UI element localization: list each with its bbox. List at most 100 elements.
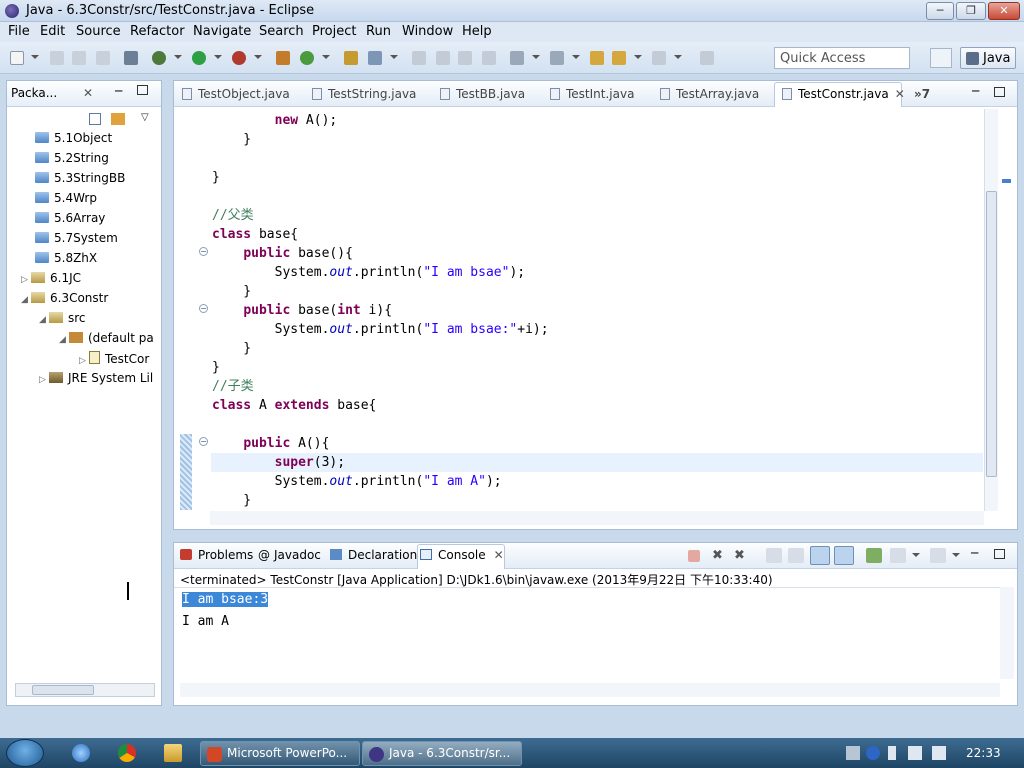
vertical-scrollbar[interactable]	[1000, 587, 1014, 679]
last-edit-icon[interactable]	[590, 51, 604, 65]
maximize-icon[interactable]	[994, 549, 1005, 559]
pin-console-icon[interactable]	[866, 548, 882, 563]
tree-item[interactable]: ◢ src	[39, 311, 86, 329]
clear-console-icon[interactable]	[766, 548, 782, 563]
clock[interactable]: 22:33	[966, 746, 1001, 760]
scrollbar-thumb[interactable]	[986, 191, 997, 477]
show-on-stderr-icon[interactable]	[834, 546, 854, 565]
console-output[interactable]: I am bsae:3 I am A	[174, 587, 1000, 681]
taskbar-eclipse[interactable]: Java - 6.3Constr/sr...	[362, 741, 522, 766]
open-type-icon[interactable]	[344, 51, 358, 65]
menu-search[interactable]: Search	[259, 24, 304, 39]
pin-editor-icon[interactable]	[700, 51, 714, 65]
remove-all-icon[interactable]: ✖	[734, 548, 750, 563]
collapse-arrow-icon[interactable]: ◢	[21, 295, 31, 305]
run-icon[interactable]	[192, 51, 206, 65]
chevron-down-icon[interactable]	[31, 55, 39, 59]
print-icon[interactable]	[96, 51, 110, 65]
horizontal-scrollbar[interactable]	[15, 683, 155, 697]
show-whitespace-icon[interactable]	[458, 51, 472, 65]
display-console-icon[interactable]	[890, 548, 906, 563]
remove-launch-icon[interactable]: ✖	[712, 548, 728, 563]
new-java-package-icon[interactable]	[276, 51, 290, 65]
tree-item[interactable]: 5.3StringBB	[35, 171, 125, 189]
chevron-down-icon[interactable]	[532, 55, 540, 59]
debug-icon[interactable]	[152, 51, 166, 65]
tab-testconstr[interactable]: TestConstr.java ✕	[782, 87, 905, 101]
open-console-icon[interactable]	[930, 548, 946, 563]
minimize-icon[interactable]: ─	[115, 84, 122, 98]
network-icon[interactable]	[888, 746, 896, 760]
java-perspective-button[interactable]: Java	[960, 47, 1016, 69]
external-tools-icon[interactable]	[232, 51, 246, 65]
save-all-icon[interactable]	[72, 51, 86, 65]
tab-testbb[interactable]: TestBB.java	[440, 87, 525, 101]
menu-window[interactable]: Window	[402, 24, 453, 39]
tree-item[interactable]: 5.1Object	[35, 131, 112, 149]
maximize-button[interactable]: ❐	[956, 2, 986, 20]
minimize-button[interactable]: ─	[926, 2, 954, 20]
save-icon[interactable]	[50, 51, 64, 65]
keyboard-icon[interactable]	[846, 746, 860, 760]
view-menu-icon[interactable]: ▽	[141, 112, 149, 123]
overview-ruler-marker[interactable]	[1002, 179, 1011, 183]
forward-icon[interactable]	[652, 51, 666, 65]
minimize-icon[interactable]: ─	[971, 546, 978, 560]
chevron-down-icon[interactable]	[572, 55, 580, 59]
menu-help[interactable]: Help	[462, 24, 492, 39]
show-source-icon[interactable]	[482, 51, 496, 65]
menu-navigate[interactable]: Navigate	[193, 24, 251, 39]
tab-overflow[interactable]: »7	[914, 87, 930, 101]
chevron-down-icon[interactable]	[214, 55, 222, 59]
scrollbar-thumb[interactable]	[32, 685, 94, 695]
new-java-class-icon[interactable]	[300, 51, 314, 65]
start-button[interactable]	[6, 739, 44, 767]
tree-item[interactable]: 5.4Wrp	[35, 191, 97, 209]
tab-testobject[interactable]: TestObject.java	[182, 87, 290, 101]
menu-project[interactable]: Project	[312, 24, 356, 39]
previous-annotation-icon[interactable]	[550, 51, 564, 65]
tab-javadoc[interactable]: @ Javadoc	[258, 548, 321, 562]
tree-item[interactable]: 5.2String	[35, 151, 109, 169]
chevron-down-icon[interactable]	[634, 55, 642, 59]
expand-arrow-icon[interactable]: ▷	[21, 275, 31, 285]
fold-icon[interactable]: −	[199, 304, 208, 313]
tree-item[interactable]: ▷ JRE System Lil	[39, 371, 153, 389]
internet-explorer-icon[interactable]	[72, 744, 90, 762]
tab-console[interactable]: Console ✕	[420, 548, 504, 562]
terminate-icon[interactable]	[688, 550, 700, 562]
expand-arrow-icon[interactable]: ▷	[79, 356, 89, 366]
next-annotation-icon[interactable]	[510, 51, 524, 65]
show-on-stdout-icon[interactable]	[810, 546, 830, 565]
tree-item[interactable]: 5.7System	[35, 231, 118, 249]
tab-testint[interactable]: TestInt.java	[550, 87, 634, 101]
flag-icon[interactable]	[908, 746, 922, 760]
tree-item[interactable]: 5.6Array	[35, 211, 105, 229]
tree-item[interactable]: ▷ 6.1JC	[21, 271, 81, 289]
chevron-down-icon[interactable]	[254, 55, 262, 59]
menu-edit[interactable]: Edit	[40, 24, 65, 39]
minimize-icon[interactable]: ─	[972, 84, 979, 98]
scroll-lock-icon[interactable]	[788, 548, 804, 563]
chevron-down-icon[interactable]	[322, 55, 330, 59]
maximize-icon[interactable]	[994, 87, 1005, 97]
tree-item[interactable]: ▷ TestCor	[79, 351, 149, 369]
menu-source[interactable]: Source	[76, 24, 121, 39]
close-icon[interactable]: ✕	[494, 548, 504, 562]
chrome-icon[interactable]	[118, 744, 136, 762]
package-explorer-tab[interactable]: Packa...	[11, 86, 57, 100]
tab-declaration[interactable]: Declaration	[330, 548, 417, 562]
collapse-arrow-icon[interactable]: ◢	[39, 315, 49, 325]
search-icon[interactable]	[368, 51, 382, 65]
fold-icon[interactable]: −	[199, 247, 208, 256]
horizontal-scrollbar[interactable]	[210, 511, 984, 525]
tab-problems[interactable]: Problems	[180, 548, 253, 562]
fold-icon[interactable]: −	[199, 437, 208, 446]
menu-file[interactable]: File	[8, 24, 30, 39]
tree-item[interactable]: ◢ 6.3Constr	[21, 291, 108, 309]
quick-access-input[interactable]: Quick Access	[774, 47, 910, 69]
menu-run[interactable]: Run	[366, 24, 391, 39]
chevron-down-icon[interactable]	[912, 553, 920, 557]
menu-refactor[interactable]: Refactor	[130, 24, 185, 39]
tree-item[interactable]: 5.8ZhX	[35, 251, 97, 269]
